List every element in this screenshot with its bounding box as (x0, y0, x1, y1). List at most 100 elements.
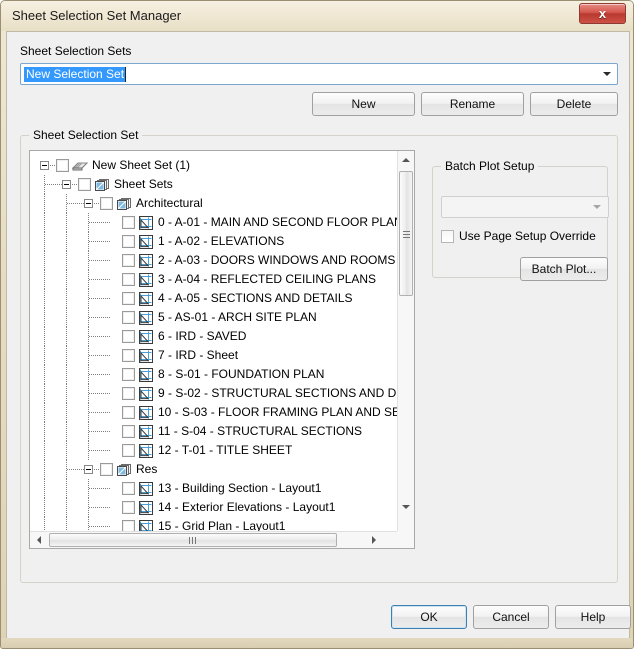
page-setup-combobox[interactable] (441, 196, 609, 218)
tree-item-checkbox[interactable] (56, 159, 69, 172)
title-bar: Sheet Selection Set Manager x (1, 1, 633, 31)
tree-connector-line (88, 517, 90, 532)
tree-item-label: 12 - T-01 - TITLE SHEET (158, 443, 293, 457)
tree-item-checkbox[interactable] (122, 482, 135, 495)
tree-row[interactable]: 12 - T-01 - TITLE SHEET (30, 441, 399, 460)
tree-row[interactable]: 0 - A-01 - MAIN AND SECOND FLOOR PLAN (30, 213, 399, 232)
tree-expander-collapse[interactable] (40, 161, 49, 170)
tree-row[interactable]: 9 - S-02 - STRUCTURAL SECTIONS AND DETAI… (30, 384, 399, 403)
new-button[interactable]: New (312, 92, 415, 116)
tree-connector-line (44, 441, 46, 460)
tree-row[interactable]: 3 - A-04 - REFLECTED CEILING PLANS (30, 270, 399, 289)
tree-vertical-scrollbar[interactable] (397, 151, 414, 532)
tree-row[interactable]: 13 - Building Section - Layout1 (30, 479, 399, 498)
tree-item-checkbox[interactable] (122, 330, 135, 343)
tree-row[interactable]: 1 - A-02 - ELEVATIONS (30, 232, 399, 251)
tree-item-label: 7 - IRD - Sheet (158, 348, 239, 362)
tree-item-checkbox[interactable] (78, 178, 91, 191)
tree-connector-line (44, 213, 46, 232)
tree-viewport[interactable]: New Sheet Set (1) Sheet Sets Architectural… (30, 151, 399, 532)
sheet-icon (138, 425, 154, 439)
tree-row[interactable]: Sheet Sets (30, 175, 399, 194)
tree-expander-collapse[interactable] (84, 465, 93, 474)
tree-item-checkbox[interactable] (122, 368, 135, 381)
scroll-down-button[interactable] (398, 498, 414, 515)
sheet-tree[interactable]: New Sheet Set (1) Sheet Sets Architectural… (29, 150, 415, 549)
tree-item-checkbox[interactable] (122, 273, 135, 286)
tree-row[interactable]: 6 - IRD - SAVED (30, 327, 399, 346)
tree-row[interactable]: 14 - Exterior Elevations - Layout1 (30, 498, 399, 517)
close-button[interactable]: x (579, 3, 626, 24)
tree-connector-line (44, 479, 46, 498)
scrollbar-corner (397, 531, 414, 548)
tree-item-label: 8 - S-01 - FOUNDATION PLAN (158, 367, 325, 381)
sheet-sets-stack-icon (116, 463, 132, 477)
window-title: Sheet Selection Set Manager (12, 8, 182, 23)
tree-row[interactable]: 15 - Grid Plan - Layout1 (30, 517, 399, 532)
triangle-down-icon (402, 504, 410, 509)
triangle-up-icon (402, 157, 410, 162)
tree-connector-line (44, 498, 46, 517)
tree-item-checkbox[interactable] (122, 254, 135, 267)
scroll-left-button[interactable] (30, 532, 47, 548)
tree-item-checkbox[interactable] (122, 425, 135, 438)
horizontal-scroll-thumb[interactable] (49, 533, 337, 547)
tree-connector-line (44, 346, 46, 365)
tree-expander-collapse[interactable] (84, 199, 93, 208)
tree-item-label: 9 - S-02 - STRUCTURAL SECTIONS AND DETAI… (158, 386, 399, 400)
tree-connector-line (66, 441, 68, 460)
sheet-icon (138, 501, 154, 515)
tree-connector-line (44, 289, 46, 308)
tree-connector-line (66, 213, 68, 232)
delete-button[interactable]: Delete (530, 92, 618, 116)
help-button[interactable]: Help (555, 605, 631, 629)
cancel-button[interactable]: Cancel (473, 605, 549, 629)
tree-item-checkbox[interactable] (122, 216, 135, 229)
chevron-down-icon[interactable] (593, 205, 601, 209)
tree-connector-line (44, 403, 46, 422)
tree-connector-line (72, 184, 77, 186)
tree-row[interactable]: Architectural (30, 194, 399, 213)
tree-connector-line (89, 336, 110, 338)
tree-item-label: 11 - S-04 - STRUCTURAL SECTIONS (158, 424, 363, 438)
tree-connector-line (89, 431, 110, 433)
tree-expander-collapse[interactable] (62, 180, 71, 189)
scroll-up-button[interactable] (398, 151, 414, 168)
tree-row[interactable]: New Sheet Set (1) (30, 156, 399, 175)
tree-connector-line (89, 488, 110, 490)
tree-item-checkbox[interactable] (100, 197, 113, 210)
tree-row[interactable]: 10 - S-03 - FLOOR FRAMING PLAN AND SECTI… (30, 403, 399, 422)
tree-row[interactable]: 5 - AS-01 - ARCH SITE PLAN (30, 308, 399, 327)
tree-item-checkbox[interactable] (100, 463, 113, 476)
batch-plot-button[interactable]: Batch Plot... (520, 257, 608, 281)
tree-item-checkbox[interactable] (122, 387, 135, 400)
tree-row[interactable]: 4 - A-05 - SECTIONS AND DETAILS (30, 289, 399, 308)
chevron-down-icon[interactable] (603, 72, 611, 76)
tree-row[interactable]: 7 - IRD - Sheet (30, 346, 399, 365)
scroll-right-button[interactable] (365, 532, 382, 548)
tree-item-checkbox[interactable] (122, 311, 135, 324)
tree-item-label: 1 - A-02 - ELEVATIONS (158, 234, 285, 248)
tree-item-checkbox[interactable] (122, 349, 135, 362)
ok-button[interactable]: OK (391, 605, 467, 629)
tree-item-checkbox[interactable] (122, 406, 135, 419)
tree-connector-line (66, 232, 68, 251)
tree-row[interactable]: 11 - S-04 - STRUCTURAL SECTIONS (30, 422, 399, 441)
vertical-scroll-thumb[interactable] (399, 171, 413, 296)
tree-row[interactable]: Res (30, 460, 399, 479)
tree-connector-line (89, 298, 110, 300)
selection-set-value[interactable]: New Selection Set (24, 67, 127, 82)
tree-item-checkbox[interactable] (122, 501, 135, 514)
close-icon: x (598, 6, 607, 21)
tree-row[interactable]: 2 - A-03 - DOORS WINDOWS AND ROOMS (30, 251, 399, 270)
selection-set-combobox[interactable]: New Selection Set (20, 63, 618, 85)
tree-connector-line (44, 365, 46, 384)
use-page-setup-override-checkbox[interactable] (441, 230, 454, 243)
tree-item-checkbox[interactable] (122, 292, 135, 305)
tree-item-checkbox[interactable] (122, 235, 135, 248)
rename-button[interactable]: Rename (421, 92, 524, 116)
tree-item-checkbox[interactable] (122, 444, 135, 457)
tree-horizontal-scrollbar[interactable] (30, 531, 399, 548)
tree-connector-line (66, 346, 68, 365)
tree-row[interactable]: 8 - S-01 - FOUNDATION PLAN (30, 365, 399, 384)
